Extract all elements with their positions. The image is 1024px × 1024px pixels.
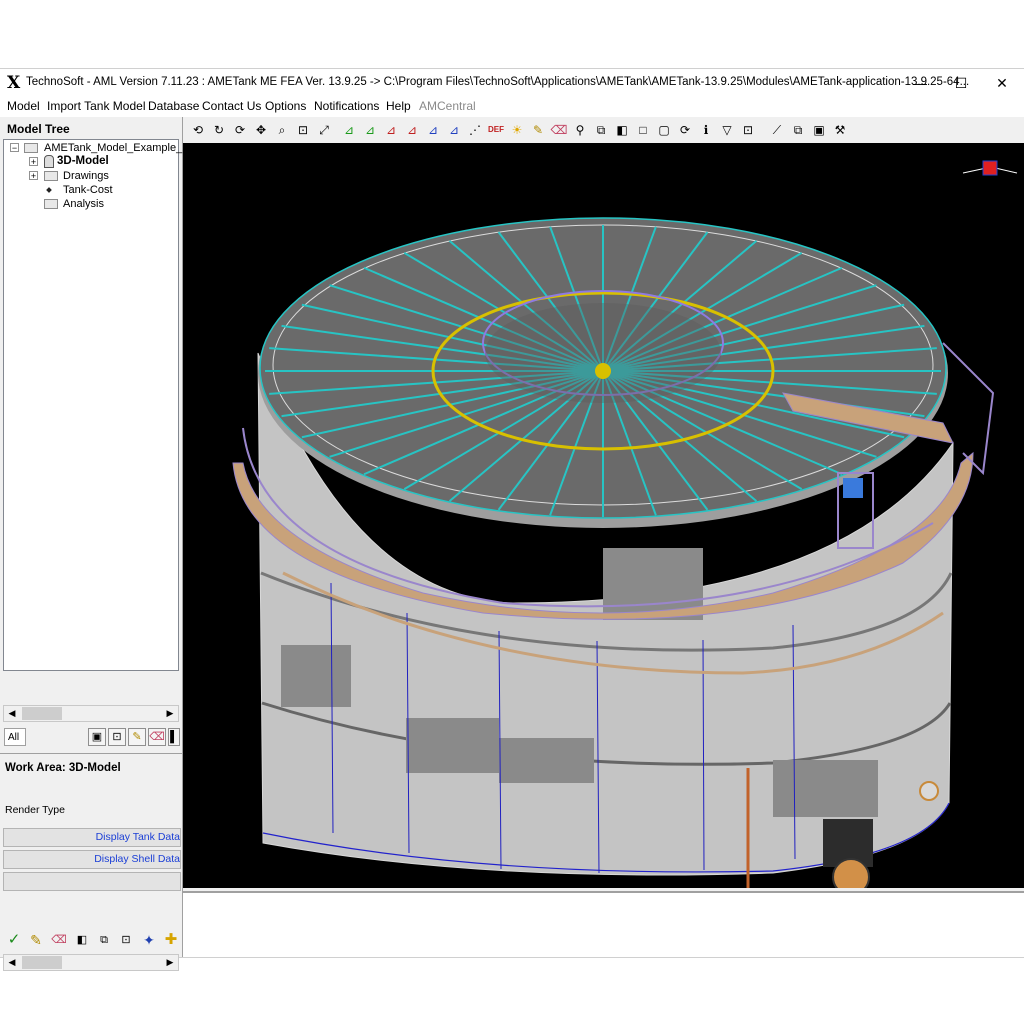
expand-icon[interactable]: + [29, 171, 38, 181]
scroll-thumb[interactable] [22, 956, 62, 969]
scroll-thumb[interactable] [22, 707, 62, 720]
analysis-icon [44, 199, 58, 209]
work-area-horizontal-scrollbar[interactable]: ◀ ▶ [3, 954, 179, 971]
tree-root[interactable]: AMETank_Model_Example_1 [44, 142, 188, 154]
layers-icon[interactable]: ⧉ [789, 121, 807, 139]
drawings-icon [44, 171, 58, 181]
title-bar[interactable]: X TechnoSoft - AML Version 7.11.23 : AME… [0, 69, 1024, 97]
more-icon[interactable]: ▌ [168, 728, 180, 746]
eraser-icon[interactable]: ⌫ [550, 121, 568, 139]
view-zy-icon[interactable]: ⊿ [445, 121, 463, 139]
menu-model[interactable]: Model [7, 99, 40, 113]
app-logo-icon: X [7, 73, 21, 93]
close-button[interactable]: ✕ [982, 69, 1022, 97]
3d-viewport[interactable] [183, 143, 1024, 888]
view-def-icon[interactable]: DEF [487, 121, 505, 139]
view-xy-icon[interactable]: ⊿ [340, 121, 358, 139]
folder-icon [24, 143, 38, 153]
inspect-icon[interactable]: ⊡ [108, 728, 126, 746]
orbit-icon[interactable]: ↻ [210, 121, 228, 139]
maximize-button[interactable]: ☐ [941, 69, 981, 97]
menu-notifications[interactable]: Notifications [314, 99, 379, 113]
menu-database[interactable]: Database [148, 99, 199, 113]
application-window: X TechnoSoft - AML Version 7.11.23 : AME… [0, 68, 1024, 971]
pencil-icon[interactable]: ✎ [128, 728, 146, 746]
zoom-window-icon[interactable]: ⊡ [294, 121, 312, 139]
front-back-icon[interactable]: ◧ [73, 932, 91, 950]
filter-icon[interactable]: ▽ [718, 121, 736, 139]
frame-icon[interactable]: ▢ [655, 121, 673, 139]
menu-options[interactable]: Options [265, 99, 306, 113]
check-icon[interactable]: ✓ [5, 932, 23, 950]
view-toolbar: ⟲ ↻ ⟳ ✥ ⌕ ⊡ ⤢ ⊿ ⊿ ⊿ ⊿ ⊿ ⊿ ⋰ DEF ☀ ✎ ⌫ ⚲ ⧉ ◧ □ ▢ ⟳ ℹ ▽ ⊡ ⟋ ⧉ ▣ ⚒ [183, 117, 1024, 143]
inspect-icon[interactable]: ⊡ [739, 121, 757, 139]
menu-contact-us[interactable]: Contact Us [202, 99, 261, 113]
display-tank-data-button[interactable]: Display Tank Data [3, 828, 181, 847]
work-area-panel: Work Area: 3D-Model Render Type Display … [0, 753, 182, 944]
model-tree[interactable]: − AMETank_Model_Example_1 + 3D-Model + D… [3, 139, 188, 671]
left-panel: Model Tree − AMETank_Model_Example_1 + 3… [0, 117, 188, 971]
tree-item-drawings[interactable]: Drawings [63, 170, 109, 182]
scroll-left-icon[interactable]: ◀ [4, 955, 20, 970]
pin-icon[interactable]: ⚲ [571, 121, 589, 139]
model-tree-header: Model Tree [7, 122, 70, 136]
rotate-icon[interactable]: ⟲ [189, 121, 207, 139]
minimize-button[interactable]: — [900, 69, 940, 97]
display-shell-data-button[interactable]: Display Shell Data [3, 850, 181, 869]
front-back-icon[interactable]: ◧ [613, 121, 631, 139]
filter-all-dropdown[interactable]: All [4, 728, 26, 746]
zoom-fit-icon[interactable]: ⤢ [315, 121, 333, 139]
view-iso-icon[interactable]: ⋰ [466, 121, 484, 139]
tools-icon[interactable]: ⚒ [831, 121, 849, 139]
scroll-left-icon[interactable]: ◀ [4, 706, 20, 721]
inspect-icon[interactable]: ⊡ [117, 932, 135, 950]
screenshot-icon[interactable]: ▣ [810, 121, 828, 139]
expand-icon[interactable]: + [29, 157, 38, 167]
scroll-right-icon[interactable]: ▶ [162, 955, 178, 970]
empty-action-button[interactable] [3, 872, 181, 891]
refresh-icon[interactable]: ⟳ [676, 121, 694, 139]
output-console[interactable] [183, 891, 1024, 957]
info-icon[interactable]: ℹ [697, 121, 715, 139]
menu-import-tank-model[interactable]: Import Tank Model [47, 99, 146, 113]
view-yz-icon[interactable]: ⊿ [424, 121, 442, 139]
tree-item-analysis[interactable]: Analysis [63, 198, 104, 210]
scroll-right-icon[interactable]: ▶ [162, 706, 178, 721]
copy-icon[interactable]: ⧉ [95, 932, 113, 950]
light-icon[interactable]: ☀ [508, 121, 526, 139]
pencil-icon[interactable]: ✎ [27, 932, 45, 950]
spin-icon[interactable]: ⟳ [231, 121, 249, 139]
menu-amcentral: AMCentral [419, 99, 476, 113]
copy-icon[interactable]: ⧉ [592, 121, 610, 139]
view-yx-icon[interactable]: ⊿ [361, 121, 379, 139]
tree-item-tank-cost[interactable]: Tank-Cost [63, 184, 113, 196]
menu-bar: Model Import Tank Model Database Contact… [0, 97, 1024, 117]
tank-3d-model [232, 160, 1018, 888]
view-xz-icon[interactable]: ⊿ [382, 121, 400, 139]
window-title: TechnoSoft - AML Version 7.11.23 : AMETa… [26, 76, 970, 88]
compass-icon[interactable]: ✦ [140, 932, 158, 950]
view-zx-icon[interactable]: ⊿ [403, 121, 421, 139]
collapse-icon[interactable]: − [10, 143, 19, 153]
tree-item-3d-model[interactable]: 3D-Model [57, 155, 109, 167]
pan-icon[interactable]: ✥ [252, 121, 270, 139]
white-bg-icon[interactable]: □ [634, 121, 652, 139]
orientation-cube-icon [962, 160, 1018, 176]
bottom-toolbar: ✓ ✎ ⌫ ◧ ⧉ ⊡ ✦ ✚ [0, 929, 182, 955]
model-3d-icon [44, 155, 54, 168]
eraser-icon[interactable]: ⌫ [50, 932, 68, 950]
menu-help[interactable]: Help [386, 99, 411, 113]
add-icon[interactable]: ✚ [162, 932, 180, 950]
work-area-header: Work Area: 3D-Model [5, 762, 121, 774]
tree-view-icon[interactable]: ▣ [88, 728, 106, 746]
eraser-icon[interactable]: ⌫ [148, 728, 166, 746]
tree-horizontal-scrollbar[interactable]: ◀ ▶ [3, 705, 179, 722]
pencil-icon[interactable]: ✎ [529, 121, 547, 139]
bullet-icon [46, 187, 52, 193]
zoom-icon[interactable]: ⌕ [273, 121, 291, 139]
measure-icon[interactable]: ⟋ [768, 121, 786, 139]
render-type-label: Render Type [5, 804, 65, 816]
